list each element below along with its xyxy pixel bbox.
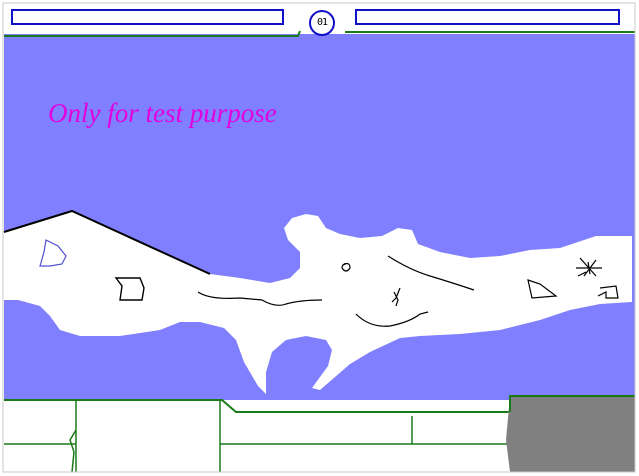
center-mode-button[interactable]: 01	[309, 10, 335, 36]
watermark-text: Only for test purpose	[48, 98, 277, 128]
sky-area	[4, 34, 635, 400]
mode-toggle-icon: 01	[316, 17, 328, 28]
hud-frame-left	[4, 30, 301, 37]
right-health-bar	[355, 9, 620, 25]
game-world	[2, 2, 636, 473]
game-stage[interactable]: 01 Only for test purpose	[0, 0, 639, 476]
left-health-bar	[11, 9, 284, 25]
grey-block	[506, 396, 635, 472]
